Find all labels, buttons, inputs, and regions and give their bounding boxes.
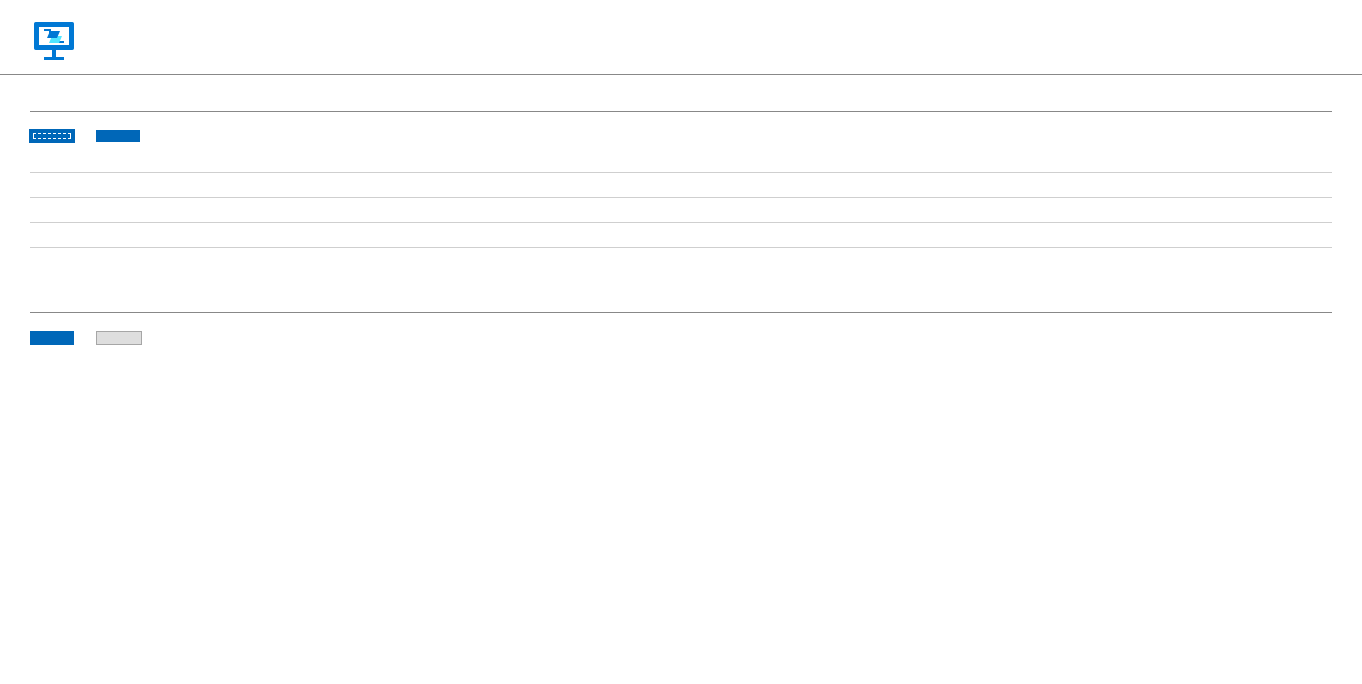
- cell-interface: [460, 223, 890, 248]
- column-header-vlan-id[interactable]: [590, 355, 733, 363]
- column-header-subnet-mask[interactable]: [1111, 355, 1332, 363]
- cell-interface: [460, 173, 890, 198]
- cell-name: [30, 223, 460, 248]
- column-header-virtual-switch[interactable]: [382, 355, 590, 363]
- table-row[interactable]: [30, 223, 1332, 248]
- virtual-switch-section: [0, 107, 1362, 248]
- column-header-network[interactable]: [733, 355, 915, 363]
- virtual-network-section: [0, 308, 1362, 363]
- networking-icon: [30, 16, 78, 64]
- cell-name: [30, 198, 460, 223]
- delete-virtual-switch-button[interactable]: [96, 130, 140, 142]
- add-virtual-network-button[interactable]: [30, 331, 74, 345]
- column-header-intent[interactable]: [889, 152, 1332, 173]
- add-virtual-switch-button[interactable]: [30, 130, 74, 142]
- column-header-name[interactable]: [30, 355, 238, 363]
- cell-intent: [889, 173, 1332, 198]
- virtual-network-title: [30, 308, 1332, 313]
- page-header: [0, 0, 1362, 75]
- column-header-name[interactable]: [30, 152, 460, 173]
- cell-name: [30, 173, 460, 198]
- table-row[interactable]: [30, 173, 1332, 198]
- column-header-gateway[interactable]: [915, 355, 1110, 363]
- delete-virtual-network-button: [96, 331, 142, 345]
- table-row[interactable]: [30, 198, 1332, 223]
- cell-intent: [889, 223, 1332, 248]
- cell-intent: [889, 198, 1332, 223]
- column-header-enabled-kubernetes[interactable]: [238, 355, 381, 363]
- cell-interface: [460, 198, 890, 223]
- virtual-switch-table: [30, 152, 1332, 248]
- virtual-switch-title: [30, 107, 1332, 112]
- column-header-network- interface[interactable]: [460, 152, 890, 173]
- virtual-network-table: [30, 355, 1332, 363]
